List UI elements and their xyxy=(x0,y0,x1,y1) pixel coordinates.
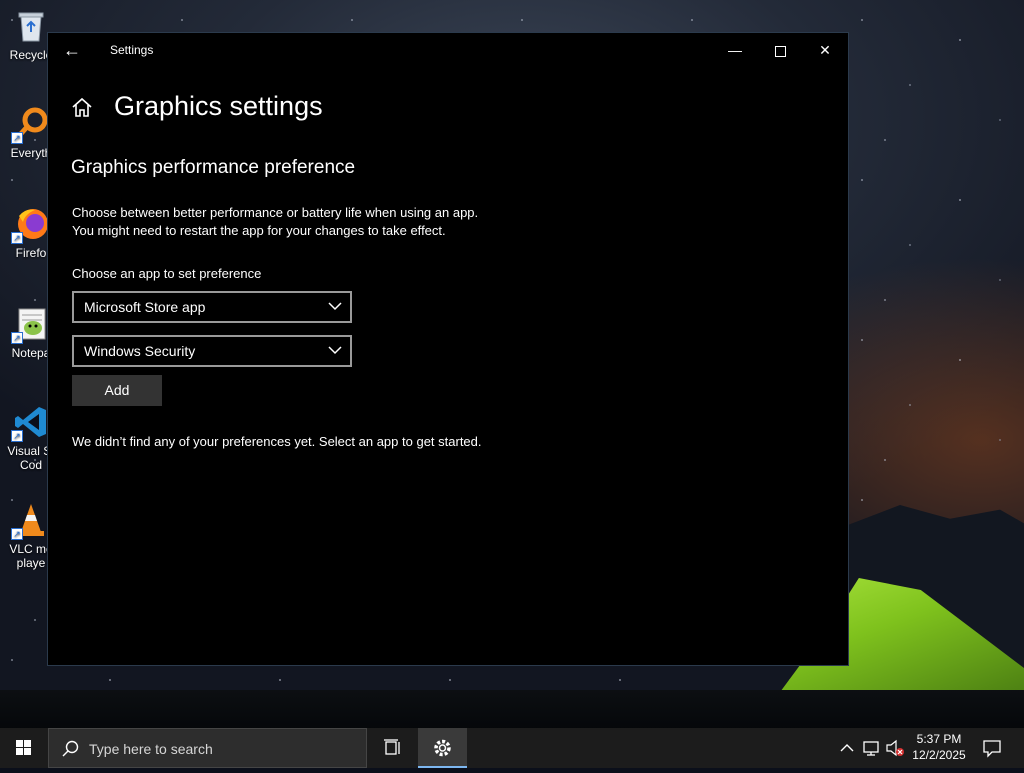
page-title: Graphics settings xyxy=(114,91,323,121)
app-select-dropdown-value: Windows Security xyxy=(84,343,196,359)
choose-app-label: Choose an app to set preference xyxy=(72,266,262,281)
taskbar-settings-app[interactable] xyxy=(418,728,467,768)
task-view-button[interactable] xyxy=(372,728,412,768)
close-icon: ✕ xyxy=(819,42,831,58)
chevron-down-icon xyxy=(328,346,342,355)
settings-gear-icon xyxy=(434,739,451,757)
volume-button[interactable] xyxy=(884,728,906,768)
action-center-button[interactable] xyxy=(978,728,1006,768)
shortcut-arrow-icon: ↗ xyxy=(11,430,23,442)
vlc-cone-icon: ↗ xyxy=(11,502,49,540)
maximize-button[interactable] xyxy=(757,33,803,67)
notepad-plus-plus-icon: ↗ xyxy=(11,306,49,344)
search-icon xyxy=(62,740,79,757)
start-button[interactable] xyxy=(0,728,48,768)
clock-date: 12/2/2025 xyxy=(912,748,966,762)
empty-preferences-message: We didn’t find any of your preferences y… xyxy=(72,434,482,449)
add-button[interactable]: Add xyxy=(72,375,162,406)
app-type-dropdown[interactable]: Microsoft Store app xyxy=(72,291,352,323)
section-title: Graphics performance preference xyxy=(71,157,356,178)
back-arrow-icon: ← xyxy=(63,40,81,60)
shortcut-arrow-icon: ↗ xyxy=(11,528,23,540)
volume-muted-icon xyxy=(886,739,904,757)
home-icon[interactable] xyxy=(70,95,94,121)
clock-time: 5:37 PM xyxy=(916,732,962,746)
network-status-button[interactable] xyxy=(860,728,882,768)
firefox-icon: ↗ xyxy=(11,206,49,244)
wallpaper-ground xyxy=(0,690,1024,728)
app-type-dropdown-value: Microsoft Store app xyxy=(84,299,206,315)
back-button[interactable]: ← xyxy=(58,37,86,63)
shortcut-arrow-icon: ↗ xyxy=(11,232,23,244)
settings-window: ← Settings — ✕ Graphics settings Graphic… xyxy=(47,32,849,666)
vscode-icon: ↗ xyxy=(11,404,49,442)
minimize-icon: — xyxy=(728,42,742,58)
network-icon xyxy=(863,741,879,756)
shortcut-arrow-icon: ↗ xyxy=(11,132,23,144)
notification-icon xyxy=(983,740,1001,758)
shortcut-arrow-icon: ↗ xyxy=(11,332,23,344)
taskbar: Type here to search 5:37 PM 12/2/2025 xyxy=(0,728,1024,768)
taskbar-clock[interactable]: 5:37 PM 12/2/2025 xyxy=(908,731,970,763)
description-text: Choose between better performance or bat… xyxy=(72,204,592,240)
chevron-up-icon xyxy=(840,744,854,752)
window-title: Settings xyxy=(110,43,154,57)
window-titlebar[interactable]: ← Settings — ✕ xyxy=(48,33,848,67)
everything-search-icon: ↗ xyxy=(11,106,49,144)
task-view-icon xyxy=(384,739,400,755)
minimize-button[interactable]: — xyxy=(712,33,758,67)
maximize-icon xyxy=(774,45,786,57)
description-line: Choose between better performance or bat… xyxy=(72,205,479,220)
show-hidden-icons-button[interactable] xyxy=(836,728,858,768)
description-line: You might need to restart the app for yo… xyxy=(72,223,446,238)
search-placeholder: Type here to search xyxy=(89,741,213,757)
recycle-bin-icon xyxy=(13,8,49,44)
chevron-down-icon xyxy=(328,302,342,311)
windows-logo-icon xyxy=(16,740,31,755)
app-select-dropdown[interactable]: Windows Security xyxy=(72,335,352,367)
close-button[interactable]: ✕ xyxy=(802,33,848,67)
taskbar-search-box[interactable]: Type here to search xyxy=(48,728,367,768)
